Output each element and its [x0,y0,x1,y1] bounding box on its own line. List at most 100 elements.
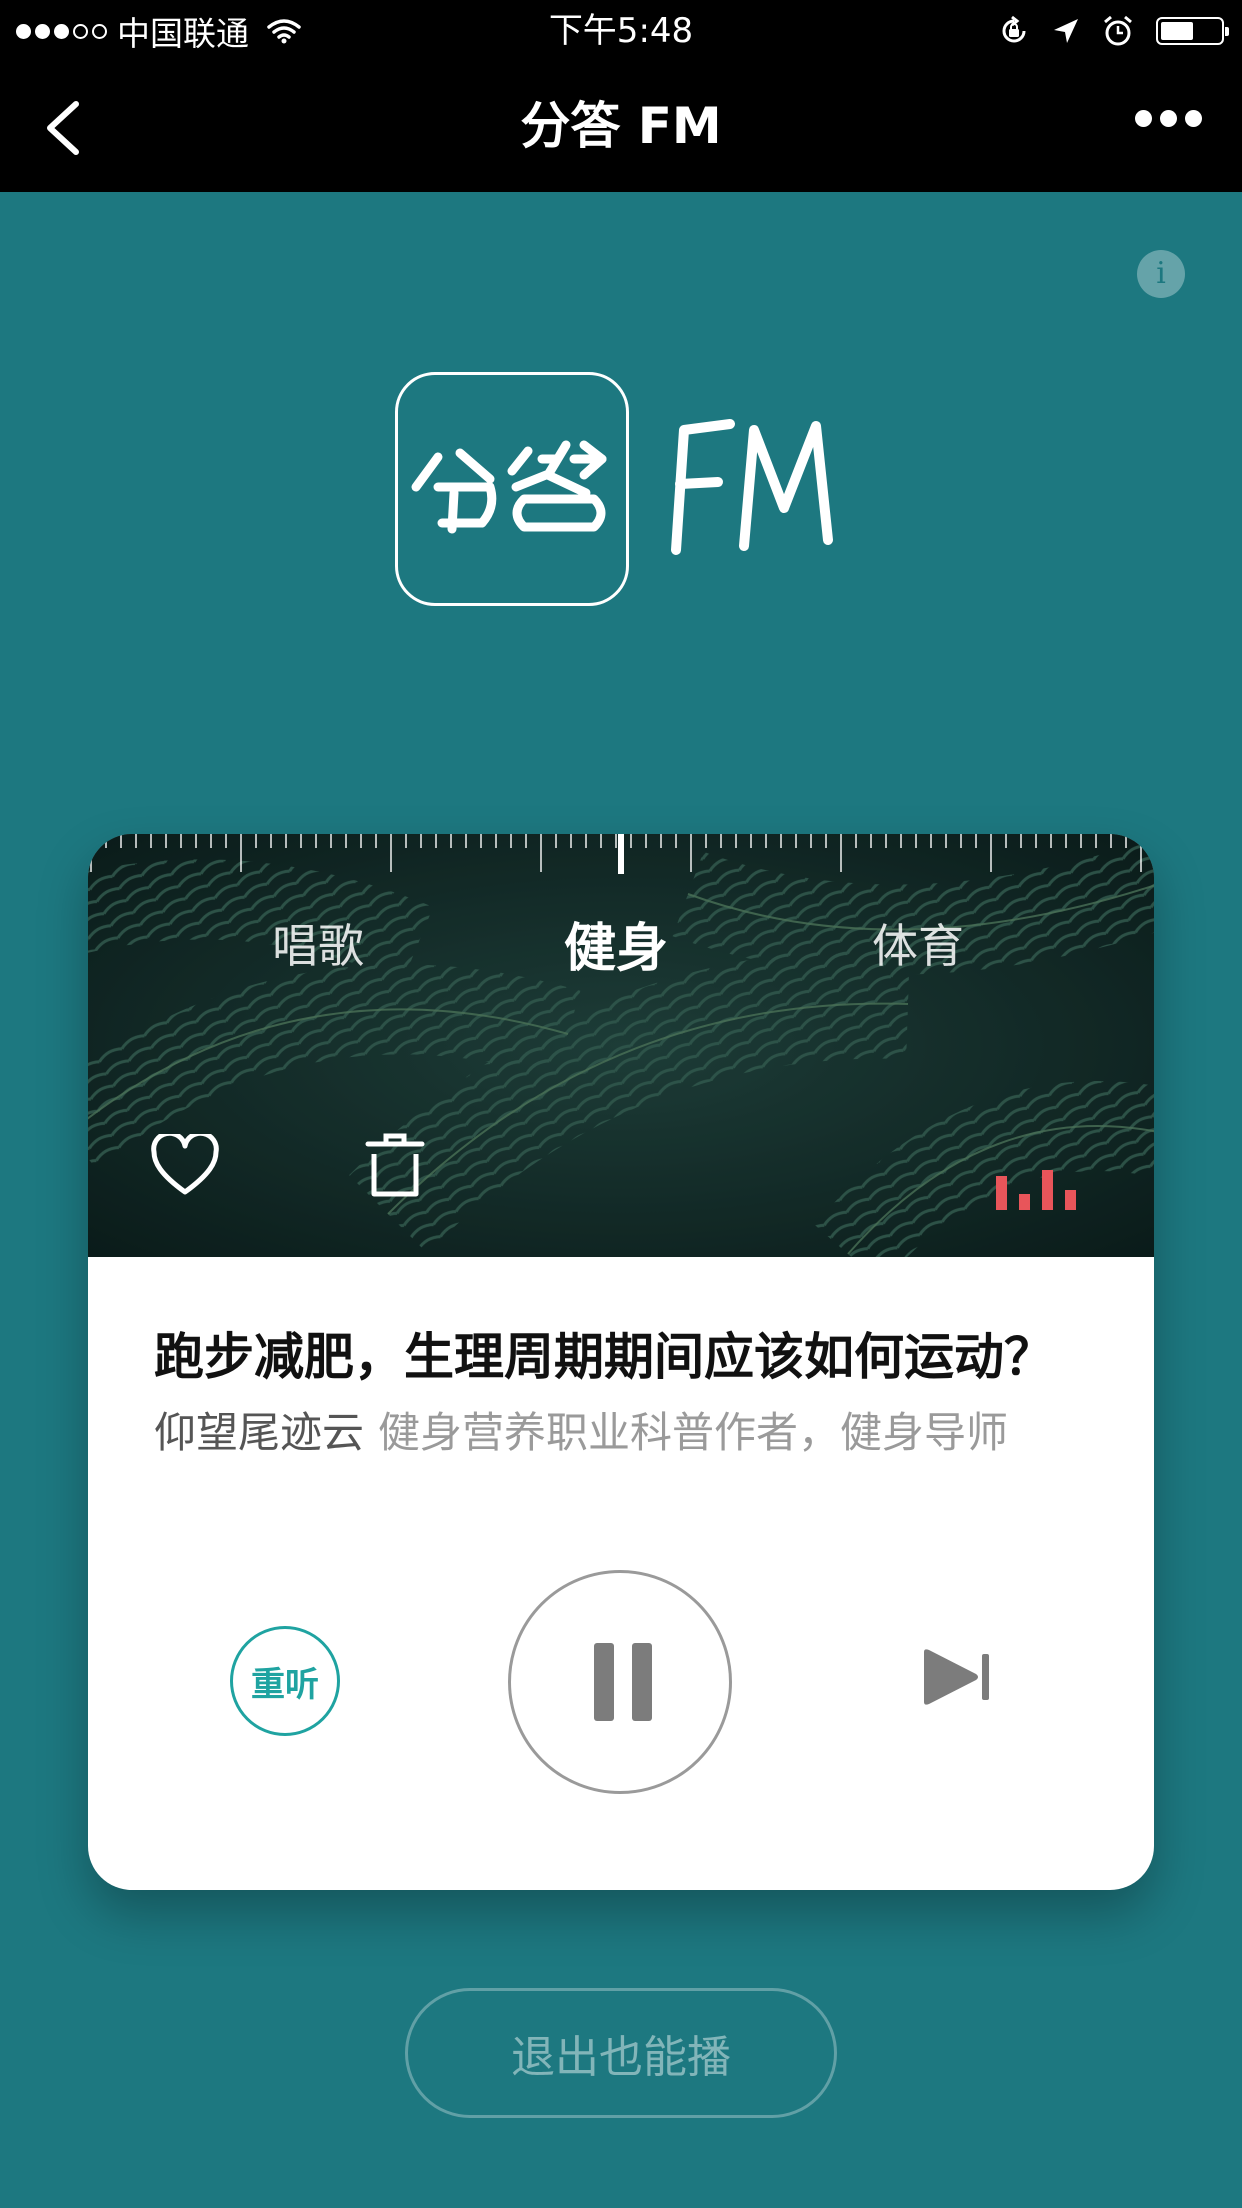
ruler-tick [480,834,482,848]
ruler-tick [825,834,827,848]
ruler-tick [495,834,497,848]
ruler-tick [450,834,452,848]
ruler-tick [525,834,527,848]
ruler-tick [555,834,557,848]
tuner-indicator [618,834,624,874]
ruler-tick [375,834,377,848]
ruler-tick [870,834,872,848]
ruler-tick [900,834,902,848]
heart-icon[interactable] [150,1134,220,1198]
ruler-tick [210,834,212,848]
ruler-tick [750,834,752,848]
next-track-icon[interactable] [920,1646,994,1708]
ruler-tick [735,834,737,848]
ruler-tick [885,834,887,848]
status-bar: 中国联通 下午5:48 [0,0,1242,62]
ruler-tick [330,834,332,848]
ruler-tick [795,834,797,848]
player-card: 唱歌 健身 体育 跑步减肥，生理周期期间应该如何运动？ 仰望尾迹云 健身营养职业科… [88,834,1154,1890]
rotation-lock-icon [1002,15,1026,43]
ruler-tick [930,834,932,848]
ruler-tick [1140,834,1142,872]
track-title: 跑步减肥，生理周期期间应该如何运动？ [154,1328,1054,1386]
more-icon[interactable] [1135,110,1202,127]
ruler-tick [150,834,152,848]
channel-tuner-ruler[interactable] [88,834,1154,904]
ruler-tick [570,834,572,848]
ruler-tick [630,834,632,848]
track-meta: 仰望尾迹云 健身营养职业科普作者，健身导师 [154,1404,1090,1462]
author-name[interactable]: 仰望尾迹云 [154,1408,364,1457]
ruler-tick [720,834,722,848]
pause-icon [594,1643,614,1721]
tab-channel-sing[interactable]: 唱歌 [272,910,364,976]
ruler-tick [1035,834,1037,848]
ruler-tick [225,834,227,848]
ruler-tick [1005,834,1007,848]
pause-button[interactable] [508,1570,732,1794]
ruler-tick [360,834,362,848]
ruler-tick [1080,834,1082,848]
ruler-tick [465,834,467,848]
ruler-tick [390,834,392,872]
equalizer-icon [996,1170,1076,1210]
exit-play-button[interactable]: 退出也能播 [405,1988,837,2118]
ruler-tick [120,834,122,848]
ruler-tick [420,834,422,848]
ruler-tick [270,834,272,848]
ruler-tick [1050,834,1052,848]
author-description: 健身营养职业科普作者，健身导师 [378,1408,1009,1457]
ruler-tick [915,834,917,848]
page-title: 分答 FM [520,97,722,155]
ruler-tick [1065,834,1067,848]
ruler-tick [990,834,992,872]
channel-banner: 唱歌 健身 体育 [88,834,1154,1257]
ruler-tick [435,834,437,848]
ruler-tick [510,834,512,848]
ruler-tick [315,834,317,848]
ruler-tick [585,834,587,848]
ruler-tick [105,834,107,848]
ruler-tick [615,834,617,848]
ruler-tick [180,834,182,848]
ruler-tick [240,834,242,872]
replay-button[interactable]: 重听 [230,1626,340,1736]
info-icon[interactable]: i [1137,250,1185,298]
ruler-tick [405,834,407,848]
location-arrow-icon [1054,19,1078,43]
battery-icon [1156,17,1229,45]
status-right [998,8,1229,54]
ruler-tick [960,834,962,848]
ruler-tick [1020,834,1022,848]
ruler-tick [645,834,647,848]
pause-icon-right [632,1643,652,1721]
ruler-tick [765,834,767,848]
ruler-tick [705,834,707,848]
ruler-tick [90,834,92,872]
ruler-tick [255,834,257,848]
ruler-tick [600,834,602,848]
ruler-tick [1110,834,1112,848]
ruler-tick [690,834,692,872]
ruler-tick [945,834,947,848]
tab-channel-fitness[interactable]: 健身 [564,906,668,981]
ruler-tick [1125,834,1127,848]
ruler-tick [195,834,197,848]
ruler-tick [840,834,842,872]
ruler-tick [660,834,662,848]
app-logo-icon [395,372,629,606]
trash-icon[interactable] [362,1130,428,1200]
ruler-tick [300,834,302,848]
ruler-tick [810,834,812,848]
ruler-tick [855,834,857,848]
ruler-tick [345,834,347,848]
logo-fm-text [671,419,833,555]
nav-bar: 分答 FM [0,62,1242,192]
ruler-tick [135,834,137,848]
ruler-tick [285,834,287,848]
ruler-tick [975,834,977,848]
tab-channel-sports[interactable]: 体育 [872,910,964,976]
ruler-tick [540,834,542,872]
ruler-tick [780,834,782,848]
ruler-tick [675,834,677,848]
